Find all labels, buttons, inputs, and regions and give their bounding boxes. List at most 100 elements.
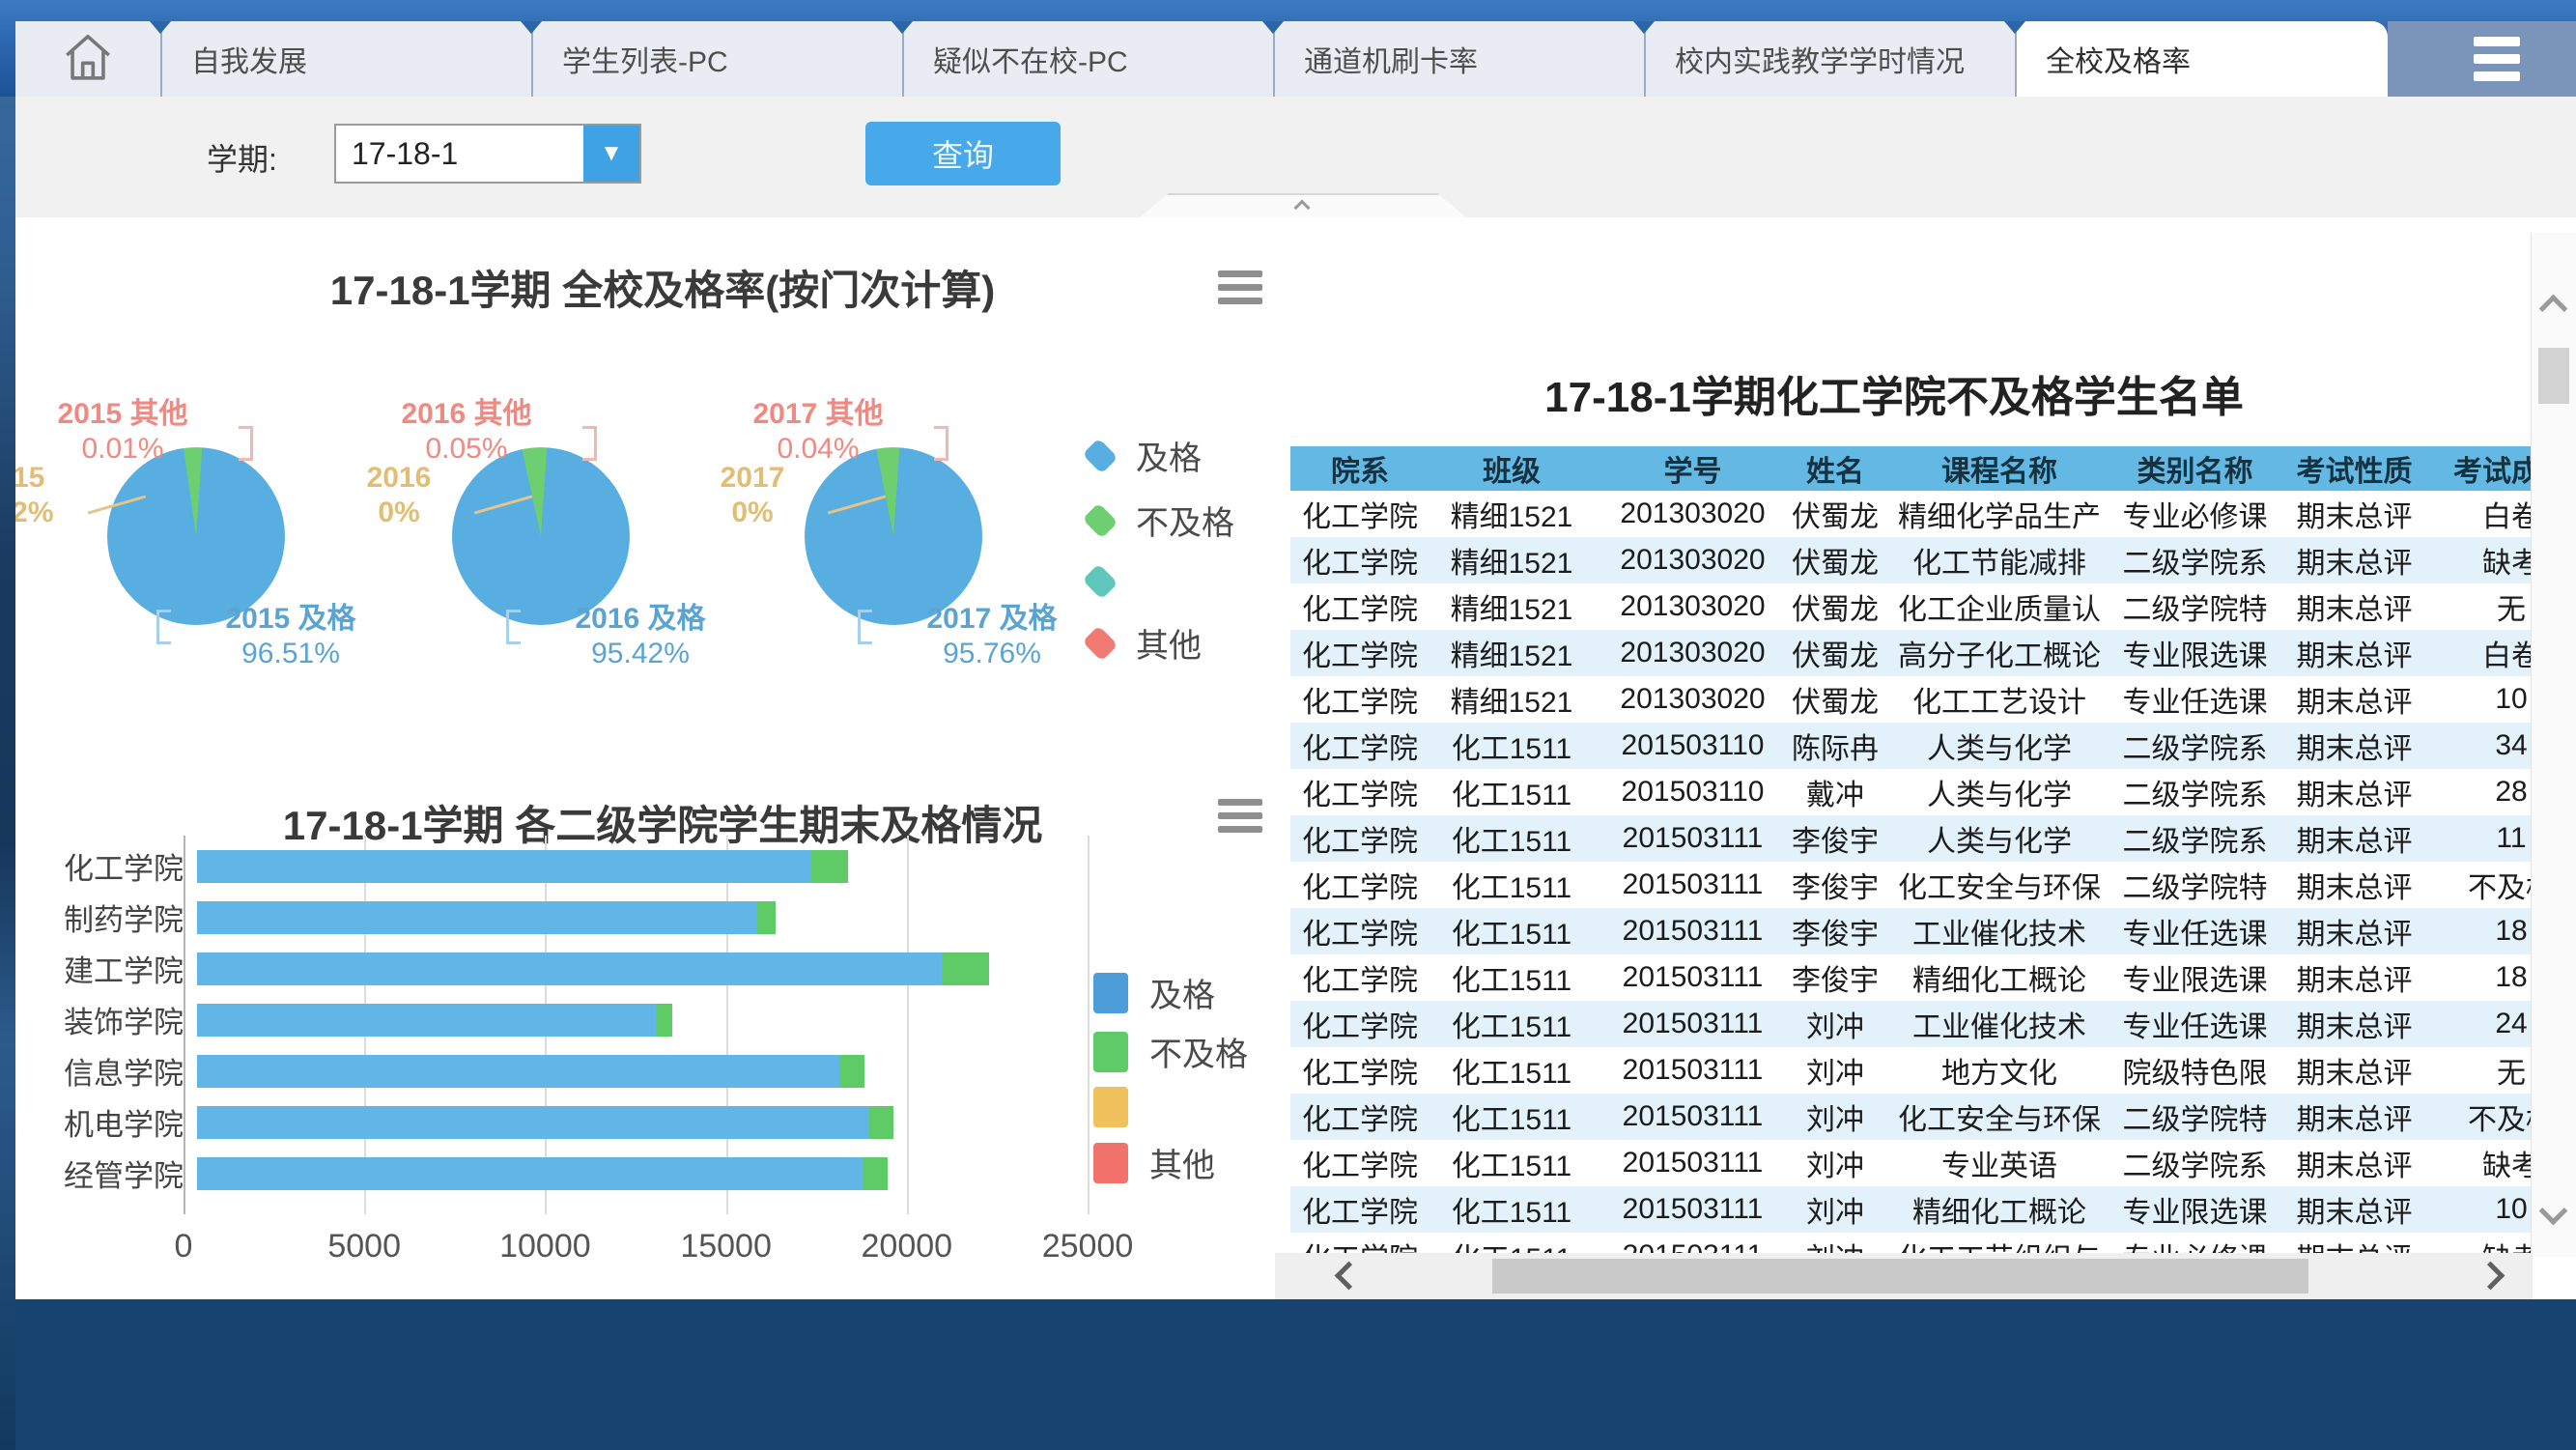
main-menu-icon[interactable]: [2474, 37, 2520, 81]
bar-track: [197, 1055, 1101, 1088]
student-id-link[interactable]: 201303020: [1620, 498, 1765, 530]
legend-label: 不及格: [1149, 1028, 1248, 1075]
pie-label-third-pct: 0%: [326, 496, 471, 530]
cell-学号[interactable]: 201503110: [1594, 776, 1792, 809]
legend-item-及格[interactable]: 及格: [1086, 432, 1234, 479]
bar-segment-不及格[interactable]: [656, 1004, 672, 1037]
student-id-link[interactable]: 201303020: [1620, 590, 1765, 623]
table-row: 化工学院化工1511201503110戴冲人类与化学二级学院系期末总评28: [1290, 769, 2531, 815]
bar-segment-及格[interactable]: [197, 850, 811, 883]
bar-category-label: 制药学院: [27, 896, 197, 939]
vertical-scroll-thumb[interactable]: [2538, 348, 2569, 404]
cell-考试成绩: 不及格: [2439, 1095, 2531, 1138]
horizontal-scrollbar[interactable]: [1275, 1253, 2533, 1299]
tab-5[interactable]: 校内实践教学学时情况: [1646, 21, 2017, 97]
legend-item-其他[interactable]: 其他: [1093, 1139, 1248, 1186]
pie-2015[interactable]: [107, 447, 285, 625]
cell-姓名: 陈际冉: [1792, 725, 1879, 767]
cell-姓名: 李俊宇: [1792, 956, 1879, 999]
student-id-link[interactable]: 201503111: [1623, 1193, 1764, 1226]
tab-3[interactable]: 疑似不在校-PC: [904, 21, 1275, 97]
tab-2[interactable]: 学生列表-PC: [533, 21, 904, 97]
student-id-link[interactable]: 201503111: [1623, 1147, 1764, 1180]
cell-学号[interactable]: 201503111: [1594, 1008, 1792, 1040]
pie-chart-menu-icon[interactable]: [1218, 270, 1262, 304]
student-id-link[interactable]: 201303020: [1620, 637, 1765, 669]
legend-item-及格[interactable]: 及格: [1093, 969, 1248, 1016]
collapse-panel-tab[interactable]: [1139, 193, 1467, 218]
scroll-up-icon[interactable]: [2539, 295, 2568, 324]
cell-学号[interactable]: 201303020: [1594, 637, 1792, 669]
scroll-right-icon[interactable]: [2477, 1262, 2505, 1291]
cell-学号[interactable]: 201503111: [1594, 1100, 1792, 1133]
query-bar: 学期: 17-18-1 ▼ 查询: [15, 97, 2576, 218]
bar-segment-及格[interactable]: [197, 1106, 869, 1139]
cell-学号[interactable]: 201503111: [1594, 915, 1792, 948]
cell-学号[interactable]: 201503111: [1594, 1054, 1792, 1087]
student-id-link[interactable]: 201503111: [1623, 1100, 1764, 1133]
semester-select-value[interactable]: 17-18-1: [336, 126, 583, 182]
cell-学号[interactable]: 201303020: [1594, 544, 1792, 577]
student-id-link[interactable]: 201503111: [1623, 1054, 1764, 1087]
pie-2016[interactable]: [452, 447, 630, 625]
bar-segment-及格[interactable]: [197, 1157, 863, 1190]
cell-学号[interactable]: 201503111: [1594, 822, 1792, 855]
bar-segment-不及格[interactable]: [942, 952, 989, 985]
dropdown-arrow-icon[interactable]: ▼: [583, 126, 639, 182]
bar-segment-及格[interactable]: [197, 901, 757, 934]
legend-item-其他[interactable]: 其他: [1086, 619, 1234, 667]
cell-学号[interactable]: 201503111: [1594, 1193, 1792, 1226]
legend-item[interactable]: [1086, 561, 1234, 602]
tab-1[interactable]: 自我发展: [162, 21, 533, 97]
cell-学号[interactable]: 201503111: [1594, 961, 1792, 994]
pie-2017[interactable]: [805, 447, 982, 625]
horizontal-scroll-thumb[interactable]: [1492, 1259, 2308, 1294]
cell-类别名称: 二级学院特: [2120, 1095, 2270, 1138]
legend-item-不及格[interactable]: 不及格: [1086, 497, 1234, 544]
scroll-down-icon[interactable]: [2539, 1197, 2568, 1226]
cell-考试成绩: 白卷: [2439, 632, 2531, 674]
bar-segment-及格[interactable]: [197, 952, 942, 985]
vertical-scrollbar[interactable]: [2531, 233, 2576, 1257]
legend-item[interactable]: [1093, 1087, 1248, 1127]
pie-label-pass-pct: 95.76%: [881, 637, 1103, 671]
cell-院系: 化工学院: [1290, 956, 1430, 999]
cell-院系: 化工学院: [1290, 817, 1430, 860]
cell-学号[interactable]: 201303020: [1594, 498, 1792, 530]
bar-segment-及格[interactable]: [197, 1004, 656, 1037]
semester-select[interactable]: 17-18-1 ▼: [334, 124, 641, 184]
cell-类别名称: 专业限选课: [2120, 632, 2270, 674]
tab-4[interactable]: 通道机刷卡率: [1275, 21, 1646, 97]
bar-segment-不及格[interactable]: [840, 1055, 863, 1088]
cell-学号[interactable]: 201503111: [1594, 1147, 1792, 1180]
tab-6[interactable]: 全校及格率: [2017, 21, 2388, 97]
cell-学号[interactable]: 201303020: [1594, 683, 1792, 716]
cell-考试成绩: 无: [2439, 585, 2531, 628]
student-id-link[interactable]: 201503111: [1623, 915, 1764, 948]
bar-segment-不及格[interactable]: [863, 1157, 888, 1190]
student-id-link[interactable]: 201503111: [1623, 1008, 1764, 1040]
student-id-link[interactable]: 201503111: [1623, 961, 1764, 994]
student-id-link[interactable]: 201503110: [1622, 729, 1765, 762]
student-id-link[interactable]: 201303020: [1620, 544, 1765, 577]
table-row: 化工学院化工1511201503110陈际冉人类与化学二级学院系期末总评34: [1290, 723, 2531, 769]
student-id-link[interactable]: 201503111: [1623, 822, 1764, 855]
student-id-link[interactable]: 201503110: [1622, 776, 1765, 809]
cell-学号[interactable]: 201503110: [1594, 729, 1792, 762]
bar-segment-及格[interactable]: [197, 1055, 840, 1088]
student-id-link[interactable]: 201503111: [1623, 868, 1764, 901]
bar-category-label: 信息学院: [27, 1049, 197, 1093]
student-id-link[interactable]: 201303020: [1620, 683, 1765, 716]
bar-chart-menu-icon[interactable]: [1218, 799, 1262, 833]
home-tab[interactable]: [15, 21, 162, 97]
scroll-left-icon[interactable]: [1335, 1262, 1364, 1291]
query-button[interactable]: 查询: [865, 122, 1061, 185]
bar-segment-不及格[interactable]: [757, 901, 776, 934]
cell-院系: 化工学院: [1290, 864, 1430, 906]
bar-segment-不及格[interactable]: [869, 1106, 892, 1139]
bar-segment-不及格[interactable]: [811, 850, 847, 883]
cell-学号[interactable]: 201503111: [1594, 868, 1792, 901]
legend-item-不及格[interactable]: 不及格: [1093, 1028, 1248, 1075]
cell-学号[interactable]: 201303020: [1594, 590, 1792, 623]
bar-category-label: 化工学院: [27, 844, 197, 888]
